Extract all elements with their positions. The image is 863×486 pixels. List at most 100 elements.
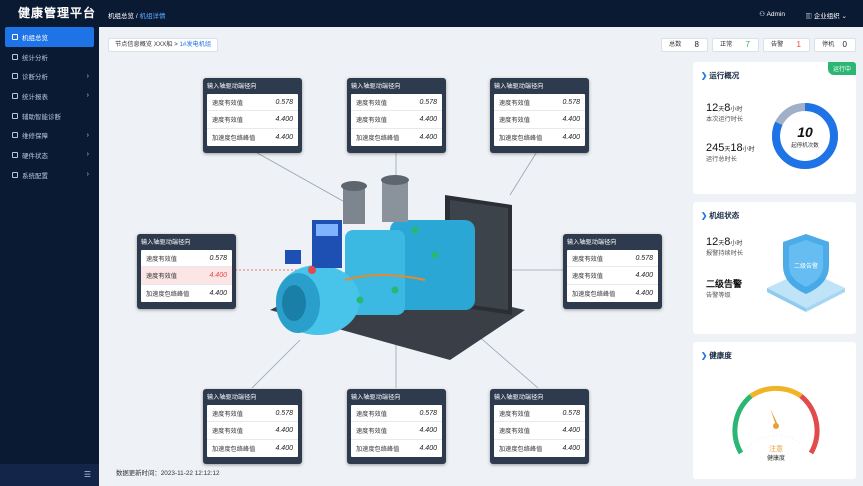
sensor-title: 输入轴驱动端径向 (494, 83, 544, 90)
sensor-table: 速度有效值 0.578 速度有效值 4.400 加速度包络峰值 4.400 (141, 250, 232, 302)
sensor-value: 4.400 (275, 426, 293, 434)
alarm-duration: 12天8小时 报警持续时长 (706, 236, 743, 257)
sensor-metric: 速度有效值 (499, 116, 530, 124)
sensor-metric: 加速度包络峰值 (212, 134, 256, 142)
sensor-row: 加速度包络峰值 4.400 (494, 440, 585, 457)
sensor-metric: 速度有效值 (356, 427, 387, 435)
sensor-card[interactable]: 输入轴驱动端径向 速度有效值 0.578 速度有效值 4.400 加速度包络峰值 4.400 (203, 389, 302, 464)
starts-donut: 10 起停机次数 (772, 103, 838, 169)
unit-state-card: ❯ 机组状态 12天8小时 报警持续时长 二级告警 告警等级 二级告警 (693, 202, 856, 334)
sensor-metric: 速度有效值 (146, 272, 177, 280)
sensor-row: 速度有效值 4.400 (494, 111, 585, 129)
unit-state-title-text: 机组状态 (709, 211, 740, 220)
sensor-metric: 速度有效值 (572, 255, 603, 263)
update-time-value: 2023-11-22 12:12:12 (160, 470, 220, 477)
sensor-row: 速度有效值 0.578 (494, 94, 585, 112)
sensor-title: 输入轴驱动端径向 (351, 83, 401, 90)
sensor-row: 加速度包络峰值 4.400 (494, 129, 585, 146)
sensor-table: 速度有效值 0.578 速度有效值 4.400 加速度包络峰值 4.400 (207, 405, 298, 457)
sensor-value: 0.578 (209, 254, 227, 262)
operation-title-text: 运行概况 (709, 71, 740, 80)
sensor-value: 4.400 (562, 133, 580, 141)
sensor-value: 4.400 (419, 115, 437, 123)
sensor-row: 速度有效值 4.400 (141, 267, 232, 285)
sensor-table: 速度有效值 0.578 速度有效值 4.400 加速度包络峰值 4.400 (567, 250, 658, 302)
sensor-title: 输入轴驱动端径向 (141, 239, 191, 246)
status-badge: 运行中 (827, 62, 856, 75)
double-chevron-icon: ❯ (701, 211, 708, 220)
sensor-metric: 速度有效值 (499, 99, 530, 107)
sensor-row: 速度有效值 0.578 (207, 405, 298, 423)
unit-hour: 小时 (742, 147, 755, 153)
sensor-card[interactable]: 输入轴驱动端径向 速度有效值 0.578 速度有效值 4.400 加速度包络峰值 4.400 (203, 78, 302, 153)
sensor-value: 4.400 (419, 133, 437, 141)
sensor-card[interactable]: 输入轴驱动端径向 速度有效值 0.578 速度有效值 4.400 加速度包络峰值 4.400 (137, 234, 236, 309)
sensor-table: 速度有效值 0.578 速度有效值 4.400 加速度包络峰值 4.400 (351, 94, 442, 146)
health-title: ❯ 健康度 (701, 350, 732, 361)
alarm-level-value: 二级告警 (706, 279, 743, 289)
sensor-metric: 速度有效值 (499, 427, 530, 435)
double-chevron-icon: ❯ (701, 71, 708, 80)
sensor-value: 4.400 (275, 115, 293, 123)
sensor-row: 速度有效值 0.578 (141, 250, 232, 268)
sensor-row: 速度有效值 4.400 (351, 111, 442, 129)
sensor-row: 加速度包络峰值 4.400 (207, 440, 298, 457)
operation-title: ❯ 运行概况 (701, 70, 739, 81)
sensor-card[interactable]: 输入轴驱动端径向 速度有效值 0.578 速度有效值 4.400 加速度包络峰值 4.400 (347, 389, 446, 464)
sensor-row: 加速度包络峰值 4.400 (351, 129, 442, 146)
total-run-duration: 245天18小时 运行总时长 (706, 142, 755, 163)
sensor-value: 0.578 (562, 409, 580, 417)
health-title-text: 健康度 (709, 351, 732, 360)
sensor-row: 速度有效值 4.400 (567, 267, 658, 285)
sensor-row: 速度有效值 4.400 (351, 422, 442, 440)
update-time: 数据更新时间：2023-11-22 12:12:12 (116, 468, 220, 477)
total-run-label: 运行总时长 (706, 156, 737, 163)
current-days: 12 (706, 102, 719, 114)
sensor-row: 速度有效值 4.400 (207, 422, 298, 440)
sensor-value: 0.578 (635, 254, 653, 262)
sensor-title: 输入轴驱动端径向 (567, 239, 617, 246)
sensor-metric: 加速度包络峰值 (212, 445, 256, 453)
sensor-metric: 速度有效值 (146, 255, 177, 263)
double-chevron-icon: ❯ (701, 351, 708, 360)
operation-card: ❯ 运行概况 运行中 12天8小时 本次运行时长 245天18小时 运行总时长 1… (693, 62, 856, 194)
total-hours: 18 (730, 142, 743, 154)
sensor-card[interactable]: 输入轴驱动端径向 速度有效值 0.578 速度有效值 4.400 加速度包络峰值 4.400 (563, 234, 662, 309)
health-label: 健康度 (767, 454, 785, 462)
sensor-metric: 加速度包络峰值 (572, 290, 616, 298)
sensor-value: 0.578 (275, 409, 293, 417)
sensor-row: 速度有效值 0.578 (351, 405, 442, 423)
alarm-level-label: 告警等级 (706, 292, 731, 299)
sensor-metric: 加速度包络峰值 (356, 134, 400, 142)
sensor-table: 速度有效值 0.578 速度有效值 4.400 加速度包络峰值 4.400 (494, 94, 585, 146)
sensor-card[interactable]: 输入轴驱动端径向 速度有效值 0.578 速度有效值 4.400 加速度包络峰值 4.400 (490, 389, 589, 464)
sensor-metric: 速度有效值 (572, 272, 603, 280)
sensor-value: 0.578 (419, 98, 437, 106)
alarm-duration-label: 报警持续时长 (706, 250, 744, 257)
sensor-value: 4.400 (635, 271, 653, 279)
sensor-metric: 速度有效值 (212, 427, 243, 435)
sensor-row: 速度有效值 4.400 (207, 111, 298, 129)
sensor-value: 4.400 (562, 115, 580, 123)
sensor-title: 输入轴驱动端径向 (494, 394, 544, 401)
health-gauge: 注意 健康度 (732, 385, 820, 462)
sensor-row: 速度有效值 0.578 (567, 250, 658, 268)
sensor-row: 速度有效值 4.400 (494, 422, 585, 440)
sensor-card[interactable]: 输入轴驱动端径向速度有效值 0.578 速度有效值 4.400 加速度包络峰值 4.400 (347, 78, 446, 153)
sensor-metric: 加速度包络峰值 (499, 445, 543, 453)
sensor-metric: 加速度包络峰值 (356, 445, 400, 453)
sensor-metric: 速度有效值 (212, 99, 243, 107)
sensor-value: 4.400 (419, 426, 437, 434)
sensor-value: 0.578 (419, 409, 437, 417)
sensor-metric: 速度有效值 (499, 410, 530, 418)
sensor-row: 加速度包络峰值 4.400 (141, 285, 232, 302)
current-run-duration: 12天8小时 本次运行时长 (706, 102, 743, 123)
unit-hour: 小时 (730, 107, 743, 113)
sensor-value: 4.400 (209, 289, 227, 297)
unit-hour: 小时 (730, 241, 743, 247)
sensor-value: 4.400 (562, 444, 580, 452)
sensor-card[interactable]: 输入轴驱动端径向 速度有效值 0.578 速度有效值 4.400 加速度包络峰值 4.400 (490, 78, 589, 153)
alarm-days: 12 (706, 236, 719, 248)
starts-label: 起停机次数 (791, 141, 819, 149)
sensor-row: 速度有效值 0.578 (351, 94, 442, 112)
